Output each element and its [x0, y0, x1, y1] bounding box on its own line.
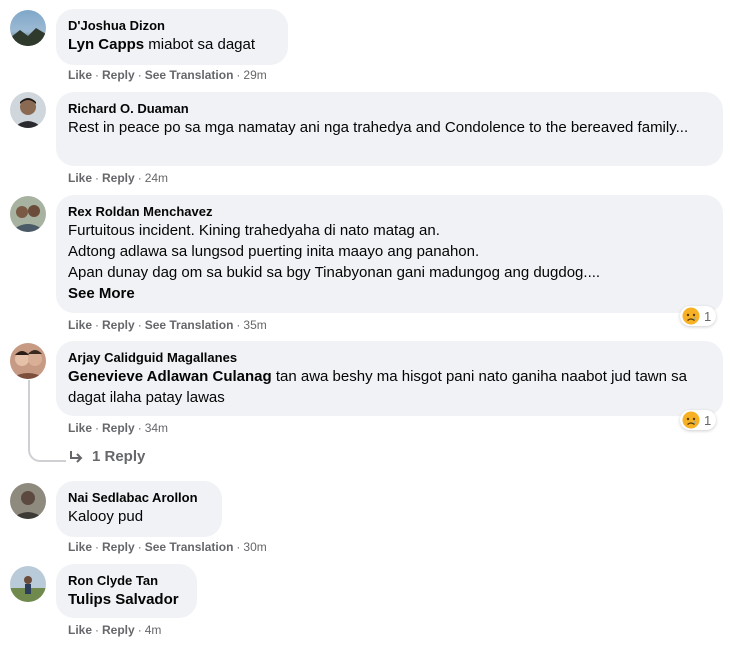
avatar[interactable] [10, 10, 46, 46]
comment-actions: Like · Reply · See Translation · 30m [68, 540, 267, 554]
mention-link[interactable]: Genevieve Adlawan Culanag [68, 368, 272, 385]
reaction-count: 1 [704, 412, 712, 428]
comment-line: Furtuitous incident. Kining trahedyaha d… [68, 222, 440, 239]
comment-body: Furtuitous incident. Kining trahedyaha d… [68, 220, 711, 304]
comment-text: Tulips Salvador [68, 589, 185, 610]
reaction-badge[interactable]: 1 [680, 410, 717, 430]
like-button[interactable]: Like [68, 540, 92, 554]
comment-actions: Like · Reply · 4m [68, 623, 162, 637]
reaction-badge[interactable]: 1 [680, 306, 717, 326]
comment-line: Adtong adlawa sa lungsod puerting inita … [68, 243, 480, 260]
comment-author[interactable]: Richard O. Duaman [68, 100, 711, 117]
comment-actions: Like · Reply · See Translation · 29m [68, 68, 267, 82]
comment-bubble: Ron Clyde Tan Tulips Salvador [56, 564, 197, 618]
reply-button[interactable]: Reply [102, 623, 135, 637]
mention-link[interactable]: Lyn Capps [68, 36, 144, 53]
timestamp[interactable]: 34m [145, 421, 168, 435]
reply-button[interactable]: Reply [102, 421, 135, 435]
comment-body: Rest in peace po sa mga namatay ani nga … [68, 119, 689, 136]
comment-bubble: Rex Roldan Menchavez Furtuitous incident… [56, 195, 723, 313]
like-button[interactable]: Like [68, 318, 92, 332]
comment-bubble: Arjay Calidguid Magallanes Genevieve Adl… [56, 341, 723, 416]
comment-actions: Like · Reply · See Translation · 35m [68, 318, 267, 332]
comment-author[interactable]: D'Joshua Dizon [68, 17, 276, 34]
sad-face-icon [682, 411, 700, 429]
comment-actions: Like · Reply · 24m [68, 171, 169, 185]
comment-bubble: Nai Sedlabac Arollon Kalooy pud [56, 481, 222, 537]
comment-bubble: D'Joshua Dizon Lyn Capps miabot sa dagat [56, 9, 288, 65]
like-button[interactable]: Like [68, 171, 92, 185]
view-replies-button[interactable]: 1 Reply [68, 448, 145, 465]
comment-text: Genevieve Adlawan Culanag tan awa beshy … [68, 366, 711, 408]
mention-link[interactable]: Tulips Salvador [68, 591, 179, 608]
sad-face-icon [682, 307, 700, 325]
reply-arrow-icon [70, 450, 83, 463]
comment-body: Kalooy pud [68, 508, 144, 525]
timestamp[interactable]: 30m [243, 540, 266, 554]
like-button[interactable]: Like [68, 623, 92, 637]
reaction-count: 1 [704, 308, 712, 324]
reply-button[interactable]: Reply [102, 171, 135, 185]
avatar[interactable] [10, 92, 46, 128]
avatar[interactable] [10, 566, 46, 602]
like-button[interactable]: Like [68, 68, 92, 82]
timestamp[interactable]: 24m [145, 171, 168, 185]
reply-button[interactable]: Reply [102, 68, 135, 82]
comment-body: miabot sa dagat [144, 36, 256, 53]
see-translation-button[interactable]: See Translation [145, 68, 234, 82]
comment-author[interactable]: Nai Sedlabac Arollon [68, 489, 210, 506]
see-translation-button[interactable]: See Translation [145, 540, 234, 554]
comment-author[interactable]: Rex Roldan Menchavez [68, 203, 711, 220]
timestamp[interactable]: 29m [243, 68, 266, 82]
see-translation-button[interactable]: See Translation [145, 318, 234, 332]
comment-line: Apan dunay dag om sa bukid sa bgy Tinaby… [68, 264, 601, 281]
avatar[interactable] [10, 483, 46, 519]
comment-bubble: Richard O. Duaman Rest in peace po sa mg… [56, 92, 723, 166]
reply-button[interactable]: Reply [102, 540, 135, 554]
like-button[interactable]: Like [68, 421, 92, 435]
comment-author[interactable]: Ron Clyde Tan [68, 572, 185, 589]
thread-line [28, 380, 30, 442]
replies-label: 1 Reply [92, 448, 146, 465]
comment-actions: Like · Reply · 34m [68, 421, 169, 435]
avatar[interactable] [10, 343, 46, 379]
avatar[interactable] [10, 196, 46, 232]
comment-author[interactable]: Arjay Calidguid Magallanes [68, 349, 711, 366]
comment-text: Lyn Capps miabot sa dagat [68, 34, 276, 55]
reply-button[interactable]: Reply [102, 318, 135, 332]
see-more-link[interactable]: See More [68, 283, 711, 304]
timestamp[interactable]: 35m [243, 318, 266, 332]
timestamp[interactable]: 4m [145, 623, 162, 637]
thread-connector [28, 442, 66, 462]
